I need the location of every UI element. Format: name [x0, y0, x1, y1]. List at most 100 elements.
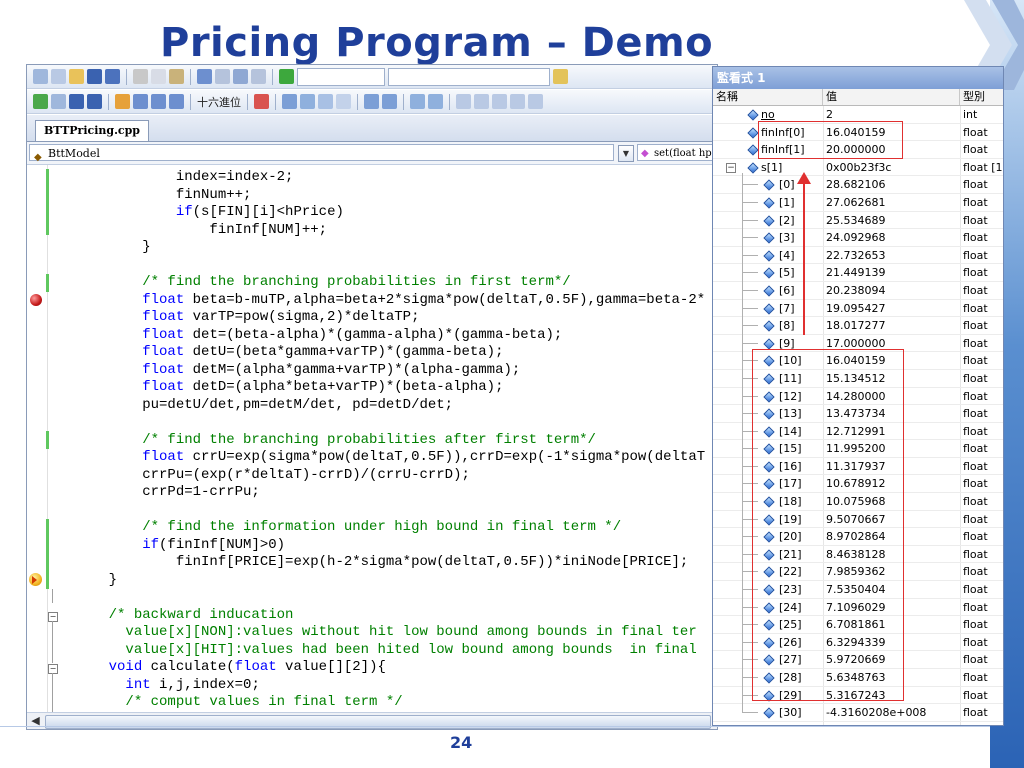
code-line[interactable]: float detU=(beta*gamma+varTP)*(gamma-bet…: [75, 344, 705, 362]
watch-value[interactable]: 19.095427: [826, 300, 886, 318]
watch-row[interactable]: [5] 21.449139 float: [713, 264, 1003, 282]
code-line[interactable]: /* find the branching probabilities in f…: [75, 274, 705, 292]
code-line[interactable]: [75, 257, 705, 275]
step-into-icon[interactable]: [133, 94, 148, 109]
watch-row[interactable]: − s[1] 0x00b23f3c float [1: [713, 159, 1003, 177]
code-line[interactable]: finInf[NUM]++;: [75, 222, 705, 240]
outlining-icon[interactable]: [300, 94, 315, 109]
code-line[interactable]: [75, 589, 705, 607]
watch-value[interactable]: 18.017277: [826, 317, 886, 335]
watch-value[interactable]: 22.732653: [826, 247, 886, 265]
uncomment-icon[interactable]: [428, 94, 443, 109]
bookmark-icon[interactable]: [318, 94, 333, 109]
code-line[interactable]: void calculate(float value[][2]){: [75, 659, 705, 677]
show-next-statement-icon[interactable]: [115, 94, 130, 109]
undo-icon[interactable]: [197, 69, 212, 84]
cut-icon[interactable]: [133, 69, 148, 84]
continue-icon[interactable]: [33, 94, 48, 109]
watch-value[interactable]: -4.3160208e+008: [826, 704, 926, 722]
solution-config-select[interactable]: [297, 67, 385, 86]
paste-icon[interactable]: [169, 69, 184, 84]
code-line[interactable]: }: [75, 239, 705, 257]
comment-out-icon[interactable]: [410, 94, 425, 109]
code-line[interactable]: float crrU=exp(sigma*pow(deltaT,0.5F)),c…: [75, 449, 705, 467]
watch-value[interactable]: 0x00b23f3c: [826, 159, 891, 177]
watch-value[interactable]: 28.682106: [826, 176, 886, 194]
add-item-icon[interactable]: [51, 69, 66, 84]
code-line[interactable]: float det=(beta-alpha)*(gamma-alpha)*(ga…: [75, 327, 705, 345]
navigate-icon[interactable]: [233, 69, 248, 84]
breakpoint-window-icon[interactable]: [254, 94, 269, 109]
increase-indent-icon[interactable]: [382, 94, 397, 109]
text-editor-icon[interactable]: [282, 94, 297, 109]
collapse-icon[interactable]: −: [726, 162, 736, 173]
toggle-bookmark-icon[interactable]: [456, 94, 471, 109]
code-editor[interactable]: − − index=index-2; finNum++; if(s[FIN][i…: [27, 165, 717, 712]
watch-row[interactable]: [8] 18.017277 float: [713, 317, 1003, 335]
code-line[interactable]: finNum++;: [75, 187, 705, 205]
column-name[interactable]: 名稱: [713, 89, 823, 105]
clear-bookmarks-icon[interactable]: [528, 94, 543, 109]
watch-value[interactable]: 24.092968: [826, 229, 886, 247]
watch-row[interactable]: [3] 24.092968 float: [713, 229, 1003, 247]
watch-value[interactable]: 21.449139: [826, 264, 886, 282]
column-type[interactable]: 型別: [960, 89, 1003, 105]
tab-bttpricing-cpp[interactable]: BTTPricing.cpp: [35, 120, 149, 141]
watch-row[interactable]: [30] -4.3160208e+008 float: [713, 704, 1003, 722]
watch-window-title[interactable]: 監看式 1: [713, 67, 1003, 89]
next-bookmark-icon[interactable]: [492, 94, 507, 109]
pause-icon[interactable]: [51, 94, 66, 109]
prev-bookmark-folder-icon[interactable]: [510, 94, 525, 109]
watch-value[interactable]: 20.238094: [826, 282, 886, 300]
chevron-down-icon[interactable]: ▼: [618, 145, 634, 162]
code-line[interactable]: float varTP=pow(sigma,2)*deltaTP;: [75, 309, 705, 327]
watch-row[interactable]: [1] 27.062681 float: [713, 194, 1003, 212]
code-line[interactable]: /* find the information under high bound…: [75, 519, 705, 537]
class-dropdown[interactable]: ◆ BttModel: [29, 144, 614, 163]
editor-gutter[interactable]: [27, 165, 48, 712]
code-line[interactable]: finInf[PRICE]=exp(h-2*sigma*pow(deltaT,0…: [75, 554, 705, 572]
code-line[interactable]: value[x][NON]:values without hit low bou…: [75, 624, 705, 642]
decrease-indent-icon[interactable]: [364, 94, 379, 109]
source-code[interactable]: index=index-2; finNum++; if(s[FIN][i]<hP…: [75, 169, 706, 712]
step-over-icon[interactable]: [151, 94, 166, 109]
open-folder-icon[interactable]: [69, 69, 84, 84]
horizontal-scrollbar[interactable]: ◀: [27, 712, 717, 729]
save-icon[interactable]: [87, 69, 102, 84]
find-icon[interactable]: [553, 69, 568, 84]
code-line[interactable]: int i,j,index=0;: [75, 677, 705, 695]
code-line[interactable]: /* backward inducation: [75, 607, 705, 625]
watch-value[interactable]: 25.534689: [826, 212, 886, 230]
redo-icon[interactable]: [215, 69, 230, 84]
code-line[interactable]: /* find the branching probabilities afte…: [75, 432, 705, 450]
watch-row[interactable]: [2] 25.534689 float: [713, 212, 1003, 230]
code-line[interactable]: float detM=(alpha*gamma+varTP)*(alpha-ga…: [75, 362, 705, 380]
code-line[interactable]: [75, 414, 705, 432]
code-line[interactable]: crrPd=1-crrPu;: [75, 484, 705, 502]
new-project-icon[interactable]: [33, 69, 48, 84]
breakpoint-icon[interactable]: [30, 294, 42, 306]
prev-bookmark-icon[interactable]: [474, 94, 489, 109]
watch-row[interactable]: [7] 19.095427 float: [713, 300, 1003, 318]
code-line[interactable]: pu=detU/det,pm=detM/det, pd=detD/det;: [75, 397, 705, 415]
save-all-icon[interactable]: [105, 69, 120, 84]
font-size-icon[interactable]: [336, 94, 351, 109]
watch-value[interactable]: 27.062681: [826, 194, 886, 212]
platform-select[interactable]: [388, 67, 550, 86]
collapse-icon[interactable]: −: [48, 664, 58, 674]
stop-icon[interactable]: [69, 94, 84, 109]
member-dropdown[interactable]: ◆ set(float hp: [637, 144, 717, 161]
code-line[interactable]: index=index-2;: [75, 169, 705, 187]
hexadecimal-toggle[interactable]: 十六進位: [197, 94, 241, 110]
code-line[interactable]: if(finInf[NUM]>0): [75, 537, 705, 555]
code-line[interactable]: float detD=(alpha*beta+varTP)*(beta-alph…: [75, 379, 705, 397]
restart-icon[interactable]: [87, 94, 102, 109]
start-debug-icon[interactable]: [279, 69, 294, 84]
watch-row[interactable]: [4] 22.732653 float: [713, 247, 1003, 265]
code-line[interactable]: /* comput values in final term */: [75, 694, 705, 712]
code-line[interactable]: crrPu=(exp(r*deltaT)-crrD)/(crrU-crrD);: [75, 467, 705, 485]
code-line[interactable]: value[x][HIT]:values had been hited low …: [75, 642, 705, 660]
code-line[interactable]: [75, 502, 705, 520]
forward-icon[interactable]: [251, 69, 266, 84]
column-value[interactable]: 值: [823, 89, 960, 105]
